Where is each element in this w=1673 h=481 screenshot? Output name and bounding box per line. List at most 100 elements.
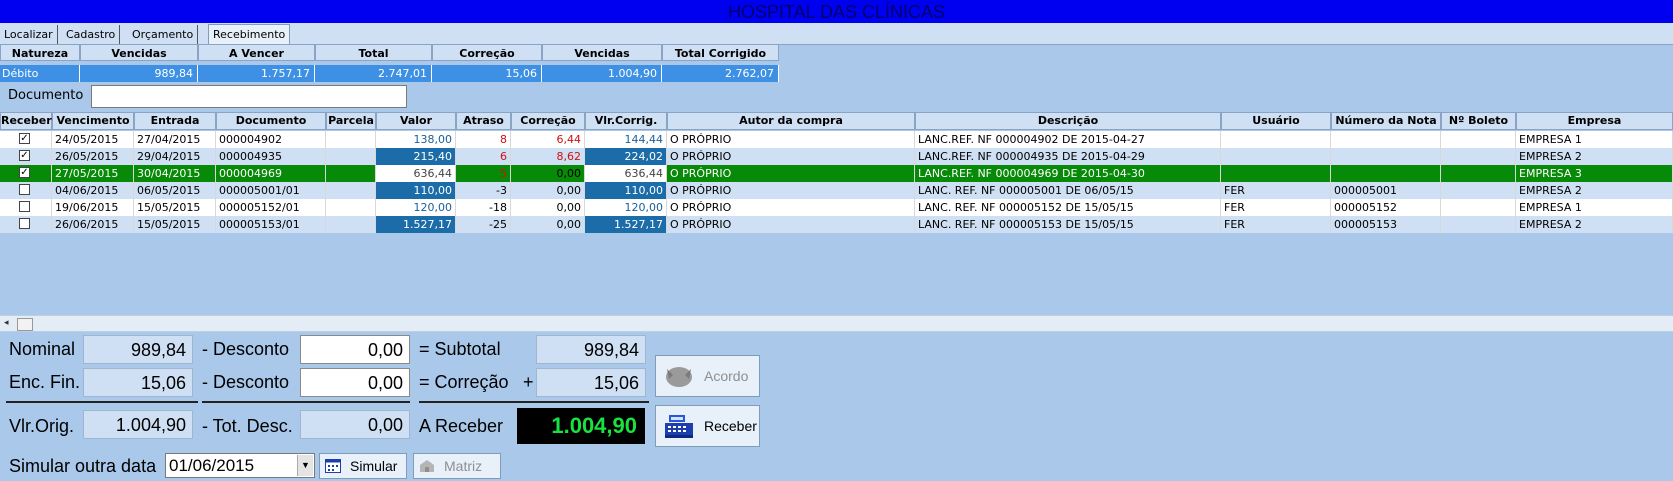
divider xyxy=(202,401,410,403)
desconto-label-1: - Desconto xyxy=(202,339,290,359)
grid-cell-corre-o: 0,00 xyxy=(511,216,585,233)
scroll-left-arrow-icon[interactable]: ◂ xyxy=(4,316,9,331)
a-receber-total: 1.004,90 xyxy=(517,408,645,444)
scroll-thumb[interactable] xyxy=(17,318,33,331)
grid-cell-usu-rio: FER xyxy=(1221,199,1331,216)
column-header[interactable]: Receber xyxy=(0,112,52,130)
summary-natureza: Débito xyxy=(0,65,80,82)
receber-cell xyxy=(0,182,52,199)
column-header[interactable]: Vlr.Corrig. xyxy=(585,112,667,130)
receber-checkbox-checked[interactable]: ✓ xyxy=(19,167,30,178)
grid-row[interactable]: 26/06/2015 15/05/2015 000005153/01 1.527,17… xyxy=(0,216,1673,233)
nominal-label: Nominal xyxy=(9,339,76,359)
grid-cell-empresa: EMPRESA 2 xyxy=(1516,148,1673,165)
summary-vencidas: 989,84 xyxy=(80,65,198,82)
receber-checkbox-checked[interactable]: ✓ xyxy=(19,133,30,144)
grid-cell-documento: 000004969 xyxy=(216,165,326,182)
tab-orcamento[interactable]: Orçamento xyxy=(128,25,199,44)
grid-cell-valor: 120,00 xyxy=(376,199,456,216)
divider xyxy=(6,401,198,403)
grid-cell-descri-o: LANC.REF. NF 000004902 DE 2015-04-27 xyxy=(915,131,1221,148)
correcao-value: 15,06 xyxy=(536,368,646,397)
grid-cell-n-mero-da-nota: 000005152 xyxy=(1331,199,1441,216)
summary-correcao: 15,06 xyxy=(432,65,542,82)
grid-row[interactable]: ✓ 24/05/2015 27/04/2015 000004902 138,00 8 6,4… xyxy=(0,131,1673,148)
calendar-icon xyxy=(325,459,341,473)
grid-cell-n-mero-da-nota: 000005001 xyxy=(1331,182,1441,199)
receber-button[interactable]: Receber xyxy=(655,405,760,447)
simular-button[interactable]: Simular xyxy=(319,453,407,479)
receber-checkbox-checked[interactable]: ✓ xyxy=(19,150,30,161)
grid-horizontal-scrollbar[interactable]: ◂ xyxy=(0,315,1673,332)
grid-cell-corre-o: 0,00 xyxy=(511,165,585,182)
summary-header: Vencidas Corrigidas xyxy=(542,44,662,77)
column-header[interactable]: Número da Nota xyxy=(1331,112,1441,130)
receber-cell xyxy=(0,216,52,233)
grid-cell-n-mero-da-nota xyxy=(1331,131,1441,148)
column-header[interactable]: Nº Boleto xyxy=(1441,112,1516,130)
receber-cell xyxy=(0,199,52,216)
grid-cell-vencimento: 26/05/2015 xyxy=(52,148,134,165)
column-header[interactable]: Documento xyxy=(216,112,326,130)
grid-cell-entrada: 06/05/2015 xyxy=(134,182,216,199)
grid-cell-parcela xyxy=(326,131,376,148)
summary-header: A Vencer xyxy=(198,44,315,61)
column-header[interactable]: Autor da compra xyxy=(667,112,915,130)
grid-cell-usu-rio: FER xyxy=(1221,182,1331,199)
grid-cell-entrada: 15/05/2015 xyxy=(134,216,216,233)
a-receber-label: A Receber xyxy=(419,416,504,436)
window-title: HOSPITAL DAS CLÍNICAS xyxy=(727,2,946,22)
grid-cell-corre-o: 6,44 xyxy=(511,131,585,148)
grid-cell-parcela xyxy=(326,148,376,165)
tab-cadastro[interactable]: Cadastro xyxy=(62,25,121,44)
column-header[interactable]: Entrada xyxy=(134,112,216,130)
grid-cell-descri-o: LANC. REF. NF 000005153 DE 15/05/15 xyxy=(915,216,1221,233)
grid-cell-descri-o: LANC.REF. NF 000004969 DE 2015-04-30 xyxy=(915,165,1221,182)
grid-cell-parcela xyxy=(326,199,376,216)
column-header[interactable]: Empresa xyxy=(1516,112,1673,130)
tab-recebimento[interactable]: Recebimento xyxy=(208,24,291,44)
chevron-down-icon[interactable]: ▼ xyxy=(297,455,313,476)
summary-header: Correção xyxy=(432,44,542,61)
grid-row[interactable]: 19/06/2015 15/05/2015 000005152/01 120,00 -1… xyxy=(0,199,1673,216)
grid-cell-atraso: -3 xyxy=(456,182,511,199)
grid-row[interactable]: 04/06/2015 06/05/2015 000005001/01 110,00 -3… xyxy=(0,182,1673,199)
acordo-button[interactable]: Acordo xyxy=(655,355,760,397)
grid-row[interactable]: ✓ 26/05/2015 29/04/2015 000004935 215,40 6 8,6… xyxy=(0,148,1673,165)
grid-cell-documento: 000005001/01 xyxy=(216,182,326,199)
simular-date-picker[interactable]: 01/06/2015 ▼ xyxy=(165,453,315,478)
column-header[interactable]: Vencimento xyxy=(52,112,134,130)
grid-cell-valor: 1.527,17 xyxy=(376,216,456,233)
grid-cell-empresa: EMPRESA 1 xyxy=(1516,131,1673,148)
correcao-label: = Correção xyxy=(419,372,509,392)
grid-cell-parcela xyxy=(326,165,376,182)
grid-cell-n-boleto xyxy=(1441,148,1516,165)
column-header[interactable]: Correção xyxy=(511,112,585,130)
receber-checkbox[interactable] xyxy=(19,184,30,195)
grid-cell-vlr-corrig-: 120,00 xyxy=(585,199,667,216)
column-header[interactable]: Parcela xyxy=(326,112,376,130)
simular-outra-data-label: Simular outra data xyxy=(9,456,157,476)
matriz-button[interactable]: Matriz xyxy=(413,453,501,479)
grid-cell-vencimento: 27/05/2015 xyxy=(52,165,134,182)
column-header[interactable]: Valor xyxy=(376,112,456,130)
grid-cell-autor-da-compra: O PRÓPRIO xyxy=(667,199,915,216)
column-header[interactable]: Atraso xyxy=(456,112,511,130)
grid-cell-atraso: -18 xyxy=(456,199,511,216)
desconto-input-1[interactable]: 0,00 xyxy=(300,335,410,364)
grid-cell-autor-da-compra: O PRÓPRIO xyxy=(667,131,915,148)
grid-cell-vencimento: 24/05/2015 xyxy=(52,131,134,148)
desconto-input-2[interactable]: 0,00 xyxy=(300,368,410,397)
divider xyxy=(419,401,649,403)
summary-vencidas-corrigidas: 1.004,90 xyxy=(542,65,662,82)
grid-cell-vencimento: 04/06/2015 xyxy=(52,182,134,199)
column-header[interactable]: Descrição xyxy=(915,112,1221,130)
documento-input[interactable] xyxy=(91,85,407,108)
column-header[interactable]: Usuário xyxy=(1221,112,1331,130)
receber-checkbox[interactable] xyxy=(19,201,30,212)
tab-localizar[interactable]: Localizar xyxy=(0,25,58,44)
receber-checkbox[interactable] xyxy=(19,218,30,229)
receber-cell: ✓ xyxy=(0,131,52,148)
tot-desc-value: 0,00 xyxy=(300,410,410,439)
grid-row[interactable]: ✓ 27/05/2015 30/04/2015 000004969 636,44 5 0,0… xyxy=(0,165,1673,182)
